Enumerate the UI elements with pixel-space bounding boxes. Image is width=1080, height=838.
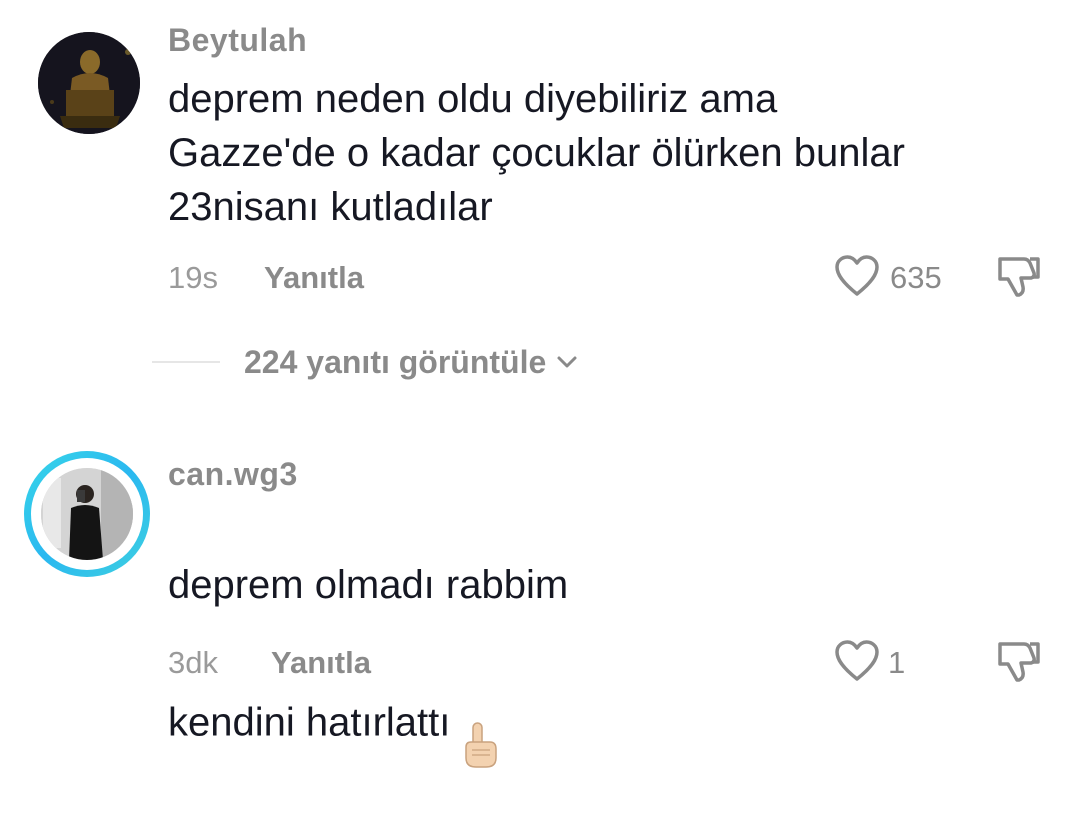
divider-line: [152, 361, 220, 363]
chevron-down-icon: [556, 355, 578, 374]
heart-outline-icon[interactable]: [834, 254, 880, 303]
comment-username[interactable]: can.wg3: [168, 456, 298, 493]
avatar: [41, 468, 133, 560]
heart-outline-icon[interactable]: [834, 639, 880, 688]
like-count: 1: [888, 645, 906, 680]
avatar-image: [41, 468, 133, 560]
like-count: 635: [890, 260, 942, 295]
comment-text-line: deprem olmadı rabbim: [168, 563, 569, 607]
comment-timestamp: 19s: [168, 260, 218, 295]
thumbs-down-outline-icon[interactable]: [994, 638, 1042, 689]
comment-text: deprem neden oldu diyebiliriz ama Gazze'…: [168, 77, 905, 229]
comment-text-line: kendini hatırlattı: [168, 666, 568, 784]
reply-button[interactable]: Yanıtla: [264, 260, 364, 296]
comment-text-segment: kendini hatırlattı: [168, 700, 451, 745]
thumbs-down-outline-icon[interactable]: [994, 253, 1042, 304]
comment-timestamp: 3dk: [168, 645, 218, 680]
avatar-image: [38, 32, 140, 134]
view-replies-button[interactable]: 224 yanıtı görüntüle: [152, 340, 578, 384]
comment-username[interactable]: Beytulah: [168, 22, 307, 59]
avatar-story-ring[interactable]: [24, 451, 150, 577]
view-replies-label: 224 yanıtı görüntüle: [244, 343, 547, 380]
avatar[interactable]: [38, 32, 140, 134]
pointing-up-emoji: [460, 666, 500, 784]
reply-button[interactable]: Yanıtla: [271, 645, 371, 681]
